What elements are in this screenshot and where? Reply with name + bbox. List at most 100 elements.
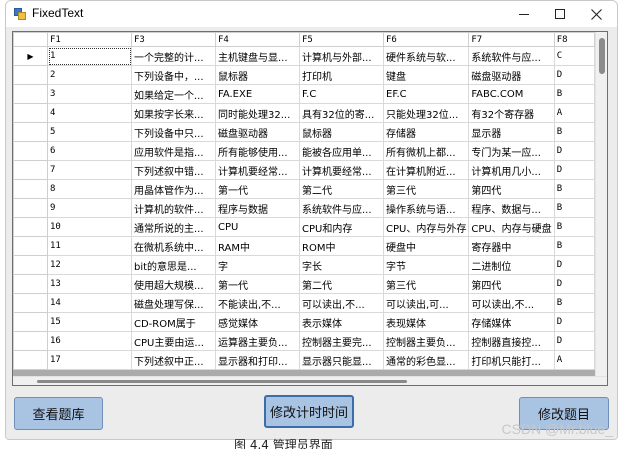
row-header[interactable] bbox=[13, 350, 48, 370]
table-cell[interactable]: 字节 bbox=[382, 255, 470, 275]
table-cell[interactable]: 下列述叙中错... bbox=[131, 160, 216, 180]
table-cell[interactable]: 11 bbox=[47, 236, 132, 256]
column-header[interactable]: F3 bbox=[131, 32, 216, 47]
table-cell[interactable]: 13 bbox=[47, 274, 132, 294]
table-cell[interactable]: 同时能处理32... bbox=[215, 103, 300, 123]
table-cell[interactable]: 操作系统与语... bbox=[382, 198, 470, 218]
table-cell[interactable]: 显示器只能显... bbox=[299, 350, 384, 370]
table-cell[interactable]: 16 bbox=[47, 331, 132, 351]
table-cell[interactable]: 第二代 bbox=[299, 179, 384, 199]
table-cell[interactable]: 第一代 bbox=[215, 274, 300, 294]
table-cell[interactable]: 程序与数据 bbox=[215, 198, 300, 218]
table-row[interactable]: 14 磁盘处理写保... 不能读出,不... 可以读出,不... 可以读出,可... 可以… bbox=[13, 293, 595, 313]
table-row[interactable]: 7 下列述叙中错... 计算机要经常... 计算机要经常... 在计算机附近... 计算机… bbox=[13, 160, 595, 180]
table-cell[interactable]: 可以读出,不... bbox=[468, 293, 555, 313]
table-cell[interactable]: 磁盘驱动器 bbox=[215, 122, 300, 142]
table-cell[interactable]: 14 bbox=[47, 293, 132, 313]
vertical-scroll-thumb[interactable] bbox=[599, 38, 605, 74]
row-header[interactable] bbox=[13, 84, 48, 104]
table-cell[interactable]: 使用超大规模... bbox=[131, 274, 216, 294]
table-row[interactable]: ▶ 1 一个完整的计... 主机键盘与显... 计算机与外部... 硬件系统与软... 系统… bbox=[13, 46, 595, 66]
table-cell[interactable]: 第四代 bbox=[468, 274, 555, 294]
table-cell[interactable]: C bbox=[553, 46, 595, 66]
table-cell[interactable]: 打印机只能打... bbox=[468, 350, 555, 370]
table-row[interactable]: 15 CD-ROM属于 感觉媒体 表示媒体 表现媒体 存储媒体 D bbox=[13, 312, 595, 332]
table-cell[interactable]: 磁盘驱动器 bbox=[468, 65, 555, 85]
table-cell[interactable]: 第四代 bbox=[468, 179, 555, 199]
column-header[interactable]: F7 bbox=[468, 32, 555, 47]
table-cell[interactable]: 5 bbox=[47, 122, 132, 142]
table-row[interactable]: 10 通常所说的主... CPU CPU和内存 CPU、内存与外存 CPU、内存与硬盘 B bbox=[13, 217, 595, 237]
table-cell[interactable]: 感觉媒体 bbox=[215, 312, 300, 332]
table-cell[interactable]: 有32个寄存器 bbox=[468, 103, 555, 123]
row-header[interactable] bbox=[13, 65, 48, 85]
table-cell[interactable]: 如果按字长来... bbox=[131, 103, 216, 123]
table-cell[interactable]: 寄存器中 bbox=[468, 236, 555, 256]
table-cell[interactable]: 计算机的软件... bbox=[131, 198, 216, 218]
table-cell[interactable]: 控制器主要完... bbox=[299, 331, 384, 351]
table-row[interactable]: 11 在微机系统中... RAM中 ROM中 硬盘中 寄存器中 B bbox=[13, 236, 595, 256]
table-cell[interactable]: 运算器主要负... bbox=[215, 331, 300, 351]
table-cell[interactable]: 通常所说的主... bbox=[131, 217, 216, 237]
table-cell[interactable]: 第三代 bbox=[382, 179, 470, 199]
view-question-bank-button[interactable]: 查看题库 bbox=[14, 397, 103, 430]
column-header[interactable]: F4 bbox=[215, 32, 300, 47]
table-cell[interactable]: D bbox=[553, 160, 595, 180]
row-header[interactable] bbox=[13, 255, 48, 275]
table-cell[interactable]: 第一代 bbox=[215, 179, 300, 199]
row-header[interactable] bbox=[13, 198, 48, 218]
table-cell[interactable]: 键盘 bbox=[382, 65, 470, 85]
table-cell[interactable]: 主机键盘与显... bbox=[215, 46, 300, 66]
table-cell[interactable]: 通常的彩色显... bbox=[382, 350, 470, 370]
edit-timer-button[interactable]: 修改计时时间 bbox=[264, 395, 354, 428]
table-cell[interactable]: 鼠标器 bbox=[215, 65, 300, 85]
table-cell[interactable]: 可以读出,不... bbox=[299, 293, 384, 313]
table-cell[interactable]: 9 bbox=[47, 198, 132, 218]
table-cell[interactable]: 所有能够使用... bbox=[215, 141, 300, 161]
table-cell[interactable]: B bbox=[553, 122, 595, 142]
table-cell[interactable]: 计算机与外部... bbox=[299, 46, 384, 66]
table-cell[interactable]: 专门为某一应... bbox=[468, 141, 555, 161]
table-cell[interactable]: B bbox=[553, 217, 595, 237]
column-header[interactable]: F1 bbox=[47, 32, 132, 47]
table-cell[interactable]: 计算机用几小... bbox=[468, 160, 555, 180]
table-cell[interactable]: 6 bbox=[47, 141, 132, 161]
table-row[interactable]: 9 计算机的软件... 程序与数据 系统软件与应... 操作系统与语... 程序、数据与.… bbox=[13, 198, 595, 218]
table-cell[interactable]: CPU、内存与硬盘 bbox=[468, 217, 555, 237]
table-cell[interactable]: 17 bbox=[47, 350, 132, 370]
table-cell[interactable]: D bbox=[553, 274, 595, 294]
table-cell[interactable]: 计算机要经常... bbox=[299, 160, 384, 180]
table-cell[interactable]: B bbox=[553, 198, 595, 218]
table-cell[interactable]: 下列设备中只... bbox=[131, 122, 216, 142]
table-cell[interactable]: 3 bbox=[47, 84, 132, 104]
table-cell[interactable]: 应用软件是指... bbox=[131, 141, 216, 161]
table-cell[interactable]: 能被各应用单... bbox=[299, 141, 384, 161]
table-cell[interactable]: D bbox=[553, 331, 595, 351]
close-button[interactable] bbox=[578, 1, 614, 27]
table-cell[interactable]: F.C bbox=[299, 84, 384, 104]
table-cell[interactable]: 15 bbox=[47, 312, 132, 332]
table-cell[interactable]: 用晶体管作为... bbox=[131, 179, 216, 199]
table-cell[interactable]: B bbox=[553, 236, 595, 256]
table-cell[interactable]: 具有32位的寄... bbox=[299, 103, 384, 123]
table-cell[interactable]: 磁盘处理写保... bbox=[131, 293, 216, 313]
table-cell[interactable]: B bbox=[553, 179, 595, 199]
horizontal-scroll-thumb[interactable] bbox=[37, 380, 407, 383]
table-cell[interactable]: 第二代 bbox=[299, 274, 384, 294]
table-cell[interactable]: 计算机要经常... bbox=[215, 160, 300, 180]
table-row[interactable]: 3 如果给定一个... FA.EXE F.C EF.C FABC.COM B bbox=[13, 84, 595, 104]
table-cell[interactable]: 1 bbox=[47, 46, 132, 66]
minimize-button[interactable] bbox=[506, 1, 542, 27]
table-row[interactable]: 13 使用超大规模... 第一代 第二代 第三代 第四代 D bbox=[13, 274, 595, 294]
table-cell[interactable]: 只能处理32位... bbox=[382, 103, 470, 123]
table-cell[interactable]: 二进制位 bbox=[468, 255, 555, 275]
table-cell[interactable]: 所有微机上都... bbox=[382, 141, 470, 161]
table-cell[interactable]: 8 bbox=[47, 179, 132, 199]
table-cell[interactable]: CPU bbox=[215, 217, 300, 237]
table-cell[interactable]: CPU和内存 bbox=[299, 217, 384, 237]
table-cell[interactable]: 2 bbox=[47, 65, 132, 85]
table-cell[interactable]: 在微机系统中... bbox=[131, 236, 216, 256]
table-cell[interactable]: 一个完整的计... bbox=[131, 46, 216, 66]
row-header[interactable]: ▶ bbox=[13, 46, 48, 66]
table-cell[interactable]: EF.C bbox=[382, 84, 470, 104]
